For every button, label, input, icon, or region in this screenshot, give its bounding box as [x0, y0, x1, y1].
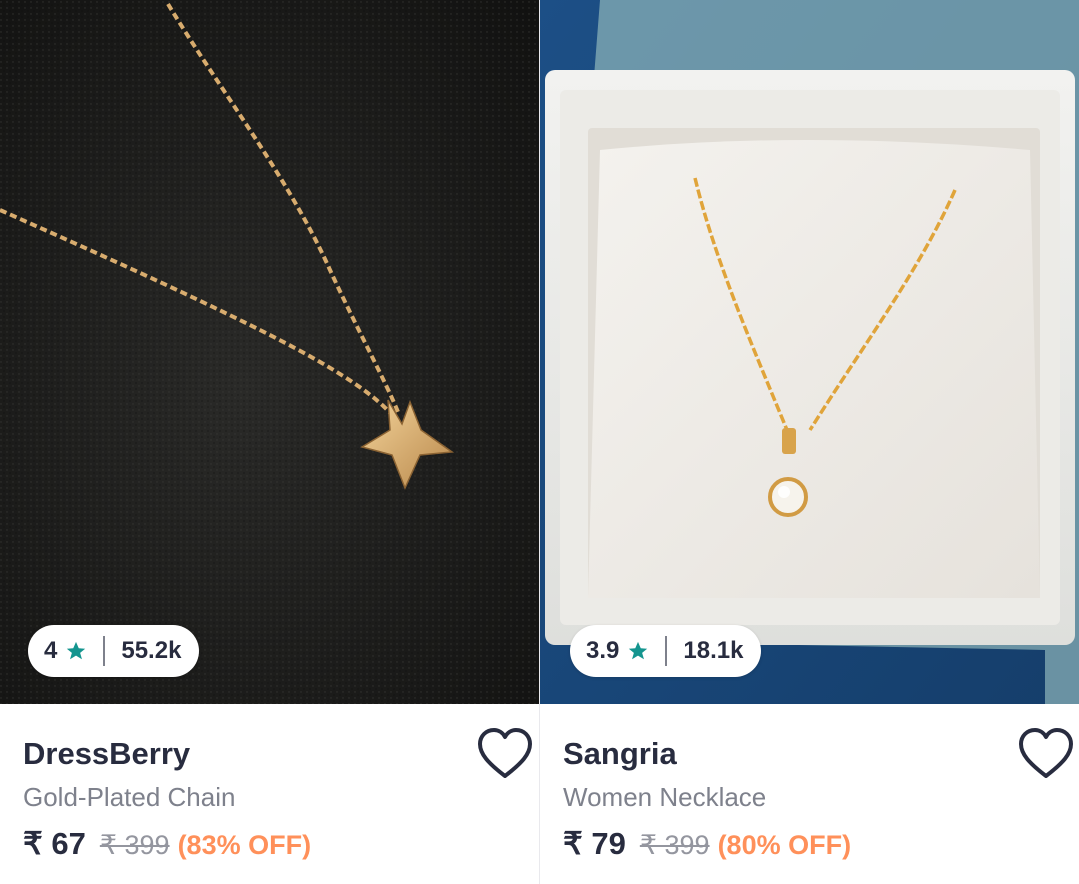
- product-brand: DressBerry: [23, 736, 191, 771]
- product-price: ₹ 67: [23, 826, 86, 861]
- product-card-sangria[interactable]: 3.9 18.1k Sangria Women Necklace ₹ 79 ₹ …: [540, 0, 1079, 884]
- product-name: Gold-Plated Chain: [23, 782, 236, 812]
- star-pendant-necklace-image: [0, 0, 539, 704]
- wishlist-button[interactable]: [1017, 726, 1075, 782]
- rating-value: 3.9: [586, 637, 620, 664]
- product-brand: Sangria: [563, 736, 677, 771]
- heart-outline-icon: [1019, 728, 1073, 778]
- product-name: Women Necklace: [563, 782, 767, 812]
- product-price: ₹ 79: [563, 826, 626, 861]
- product-card-dressberry[interactable]: 4 55.2k DressBerry Gold-Plated Chain ₹ 6…: [0, 0, 539, 884]
- rating-count: 55.2k: [121, 637, 182, 664]
- heart-outline-icon: [478, 728, 532, 778]
- product-discount: (80% OFF): [717, 830, 852, 860]
- rating-badge: 3.9 18.1k: [570, 625, 762, 677]
- product-image[interactable]: [540, 0, 1079, 704]
- rating-divider: [103, 636, 106, 666]
- product-mrp: ₹ 399: [639, 830, 710, 860]
- star-icon: [629, 641, 648, 660]
- star-icon: [67, 641, 86, 660]
- rating-badge: 4 55.2k: [28, 625, 200, 677]
- price-row: ₹ 79 ₹ 399 (80% OFF): [563, 826, 851, 868]
- solitaire-pendant-necklace-image: [540, 0, 1079, 704]
- product-mrp: ₹ 399: [99, 830, 170, 860]
- product-discount: (83% OFF): [177, 830, 312, 860]
- wishlist-button[interactable]: [476, 726, 534, 782]
- product-grid: 4 55.2k DressBerry Gold-Plated Chain ₹ 6…: [0, 0, 1079, 884]
- rating-value: 4: [44, 637, 58, 664]
- rating-divider: [665, 636, 668, 666]
- product-image[interactable]: [0, 0, 539, 704]
- rating-count: 18.1k: [683, 637, 744, 664]
- price-row: ₹ 67 ₹ 399 (83% OFF): [23, 826, 311, 868]
